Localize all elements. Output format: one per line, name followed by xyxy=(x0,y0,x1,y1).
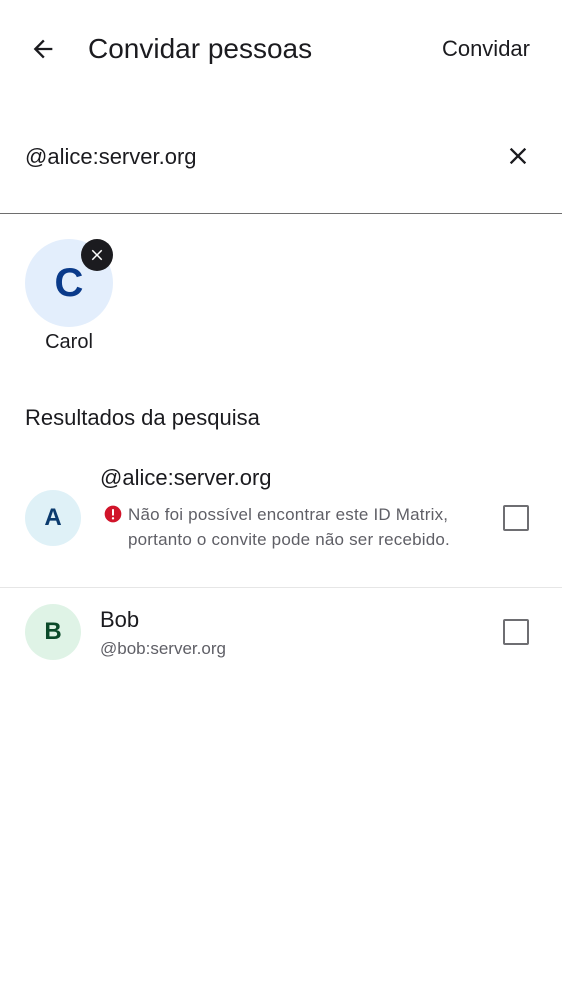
page-title: Convidar pessoas xyxy=(88,33,313,64)
result-title: @alice:server.org xyxy=(100,465,272,490)
select-checkbox[interactable] xyxy=(503,619,529,645)
avatar: A xyxy=(25,490,81,546)
avatar-initial: C xyxy=(54,260,84,305)
result-subtitle: @bob:server.org xyxy=(100,639,226,658)
clear-search-button[interactable] xyxy=(500,138,536,174)
search-result-bob[interactable]: B Bob @bob:server.org xyxy=(0,589,562,677)
remove-selected-user-button[interactable] xyxy=(81,239,113,271)
arrow-back-icon xyxy=(33,39,53,59)
select-checkbox[interactable] xyxy=(503,505,529,531)
selected-user-name: Carol xyxy=(45,331,93,353)
avatar-initial: B xyxy=(44,618,62,645)
close-icon xyxy=(509,147,527,165)
search-results-heading: Resultados da pesquisa xyxy=(25,405,260,430)
back-button[interactable] xyxy=(20,26,66,72)
warning-text: Não foi possível encontrar este ID Matri… xyxy=(128,505,450,549)
top-app-bar: Convidar pessoas Convidar xyxy=(0,0,562,100)
selected-user-chip: C Carol xyxy=(25,239,115,359)
invite-button[interactable]: Convidar xyxy=(442,34,530,64)
search-input[interactable] xyxy=(25,140,465,174)
close-icon xyxy=(91,249,103,261)
avatar-initial: A xyxy=(44,504,62,531)
search-field xyxy=(0,124,562,214)
avatar: B xyxy=(25,604,81,660)
search-result-alice[interactable]: A @alice:server.org Não foi possível enc… xyxy=(0,452,562,588)
error-icon xyxy=(104,505,122,523)
result-title: Bob xyxy=(100,607,140,632)
